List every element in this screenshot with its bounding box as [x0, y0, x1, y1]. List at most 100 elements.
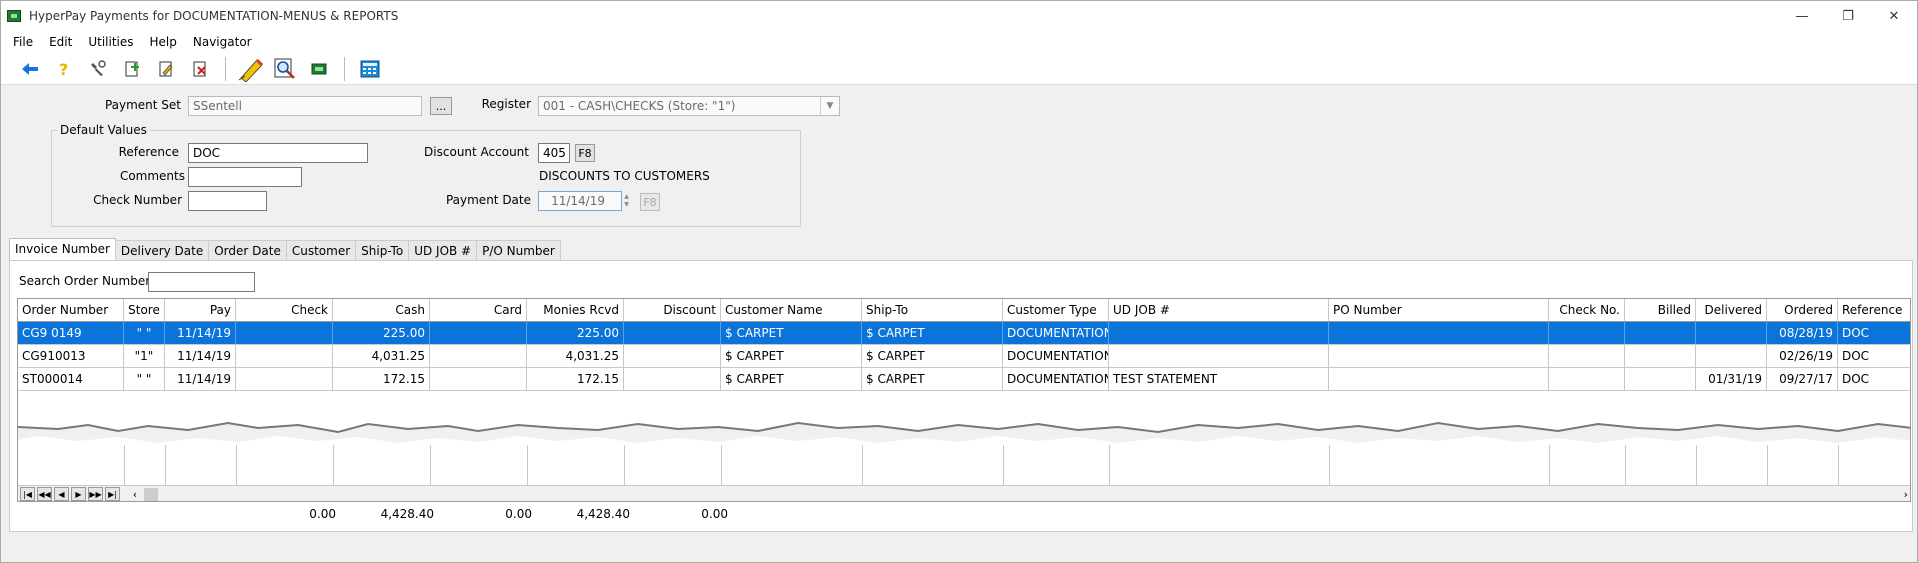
- discount-account-f8-button[interactable]: F8: [575, 144, 595, 162]
- cell-check: [236, 368, 333, 390]
- cell-monies-rcvd: 4,031.25: [527, 345, 624, 367]
- cell-customer-name: $ CARPET: [721, 368, 862, 390]
- cell-order-number: CG910013: [18, 345, 124, 367]
- cell-po-number: [1329, 345, 1549, 367]
- tab-ship-to[interactable]: Ship-To: [355, 240, 410, 261]
- tab-po-number[interactable]: P/O Number: [476, 240, 561, 261]
- column-header-card[interactable]: Card: [430, 299, 527, 321]
- previous-record-button[interactable]: ◀: [54, 487, 69, 501]
- grid-header-row: Order Number Store Pay Check Cash Card M…: [18, 299, 1910, 322]
- menu-help[interactable]: Help: [142, 35, 185, 49]
- payments-grid: Order Number Store Pay Check Cash Card M…: [17, 298, 1911, 502]
- cell-order-number: ST000014: [18, 368, 124, 390]
- cell-delivered: [1696, 345, 1767, 367]
- tab-invoice-number[interactable]: Invoice Number: [9, 238, 116, 262]
- close-button[interactable]: ✕: [1871, 1, 1917, 31]
- sort-tabs: Invoice Number Delivery Date Order Date …: [9, 238, 561, 262]
- column-header-billed[interactable]: Billed: [1625, 299, 1696, 321]
- column-header-ud-job[interactable]: UD JOB #: [1109, 299, 1329, 321]
- magnifier-icon[interactable]: [268, 55, 302, 83]
- scroll-left-icon[interactable]: ‹: [128, 488, 142, 501]
- menu-file[interactable]: File: [5, 35, 41, 49]
- help-icon[interactable]: ?: [47, 55, 81, 83]
- next-page-button[interactable]: ▶▶: [88, 487, 103, 501]
- back-arrow-icon[interactable]: [13, 55, 47, 83]
- payment-set-lookup-button[interactable]: ...: [430, 97, 452, 115]
- table-row[interactable]: CG9 0149 " " 11/14/19 225.00 225.00 $ CA…: [18, 322, 1910, 345]
- cell-discount: [624, 368, 721, 390]
- tab-delivery-date[interactable]: Delivery Date: [114, 240, 210, 261]
- cell-po-number: [1329, 322, 1549, 344]
- previous-page-button[interactable]: ◀◀: [37, 487, 52, 501]
- check-number-field[interactable]: [188, 191, 267, 211]
- cell-discount: [624, 345, 721, 367]
- menu-bar: File Edit Utilities Help Navigator: [1, 31, 1917, 53]
- column-header-monies-rcvd[interactable]: Monies Rcvd: [527, 299, 624, 321]
- date-spinner[interactable]: ▲ ▼: [621, 192, 632, 210]
- cell-ship-to: $ CARPET: [862, 345, 1003, 367]
- column-header-pay[interactable]: Pay: [165, 299, 236, 321]
- tools-icon[interactable]: [81, 55, 115, 83]
- payment-date-label: Payment Date: [445, 193, 531, 207]
- menu-edit[interactable]: Edit: [41, 35, 80, 49]
- tab-order-date[interactable]: Order Date: [208, 240, 287, 261]
- comments-field[interactable]: [188, 167, 302, 187]
- svg-text:?: ?: [59, 60, 68, 78]
- payment-icon[interactable]: [302, 55, 336, 83]
- payment-date-f8-button[interactable]: F8: [640, 193, 660, 211]
- column-header-discount[interactable]: Discount: [624, 299, 721, 321]
- menu-navigator[interactable]: Navigator: [185, 35, 260, 49]
- scroll-right-icon[interactable]: ›: [1904, 488, 1908, 501]
- cell-pay: 11/14/19: [165, 368, 236, 390]
- pencil-icon[interactable]: [234, 55, 268, 83]
- cell-po-number: [1329, 368, 1549, 390]
- cell-ud-job: [1109, 345, 1329, 367]
- column-header-customer-name[interactable]: Customer Name: [721, 299, 862, 321]
- next-record-button[interactable]: ▶: [71, 487, 86, 501]
- minimize-button[interactable]: —: [1779, 1, 1825, 31]
- add-record-icon[interactable]: [115, 55, 149, 83]
- column-header-check-no[interactable]: Check No.: [1549, 299, 1625, 321]
- table-row[interactable]: ST000014 " " 11/14/19 172.15 172.15 $ CA…: [18, 368, 1910, 391]
- column-header-po-number[interactable]: PO Number: [1329, 299, 1549, 321]
- payment-date-field[interactable]: 11/14/19: [538, 191, 622, 211]
- total-card: 0.00: [505, 507, 532, 521]
- column-header-customer-type[interactable]: Customer Type: [1003, 299, 1109, 321]
- horizontal-scrollbar-thumb[interactable]: [144, 487, 158, 501]
- cell-ud-job: TEST STATEMENT: [1109, 368, 1329, 390]
- last-record-button[interactable]: ▶|: [105, 487, 120, 501]
- cell-ship-to: $ CARPET: [862, 322, 1003, 344]
- cell-customer-type: DOCUMENTATION: [1003, 368, 1109, 390]
- column-header-store[interactable]: Store: [124, 299, 165, 321]
- column-header-cash[interactable]: Cash: [333, 299, 430, 321]
- register-select[interactable]: 001 - CASH\CHECKS (Store: "1"): [538, 96, 840, 116]
- cell-billed: [1625, 368, 1696, 390]
- cell-cash: 225.00: [333, 322, 430, 344]
- table-row[interactable]: CG910013 "1" 11/14/19 4,031.25 4,031.25 …: [18, 345, 1910, 368]
- column-header-order-number[interactable]: Order Number: [18, 299, 124, 321]
- menu-utilities[interactable]: Utilities: [80, 35, 141, 49]
- column-header-delivered[interactable]: Delivered: [1696, 299, 1767, 321]
- restore-button[interactable]: ❐: [1825, 1, 1871, 31]
- total-cash: 4,428.40: [380, 507, 434, 521]
- column-header-ship-to[interactable]: Ship-To: [862, 299, 1003, 321]
- total-monies-rcvd: 4,428.40: [576, 507, 630, 521]
- toolbar-separator: [344, 56, 345, 81]
- window-controls: — ❐ ✕: [1779, 1, 1917, 31]
- first-record-button[interactable]: |◀: [20, 487, 35, 501]
- tab-ud-job[interactable]: UD JOB #: [408, 240, 478, 261]
- tab-customer[interactable]: Customer: [285, 240, 357, 261]
- toolbar: ?: [1, 53, 1917, 85]
- payment-set-field[interactable]: SSentell: [188, 96, 422, 116]
- chevron-down-icon[interactable]: ▼: [820, 97, 839, 115]
- column-header-check[interactable]: Check: [236, 299, 333, 321]
- column-header-reference[interactable]: Reference: [1838, 299, 1910, 321]
- column-header-ordered[interactable]: Ordered: [1767, 299, 1838, 321]
- reference-field[interactable]: DOC: [188, 143, 368, 163]
- cell-check-no: [1549, 322, 1625, 344]
- search-order-number-input[interactable]: [148, 272, 255, 292]
- calculator-icon[interactable]: [353, 55, 387, 83]
- discount-account-field[interactable]: 405: [538, 143, 570, 163]
- edit-record-icon[interactable]: [149, 55, 183, 83]
- delete-record-icon[interactable]: [183, 55, 217, 83]
